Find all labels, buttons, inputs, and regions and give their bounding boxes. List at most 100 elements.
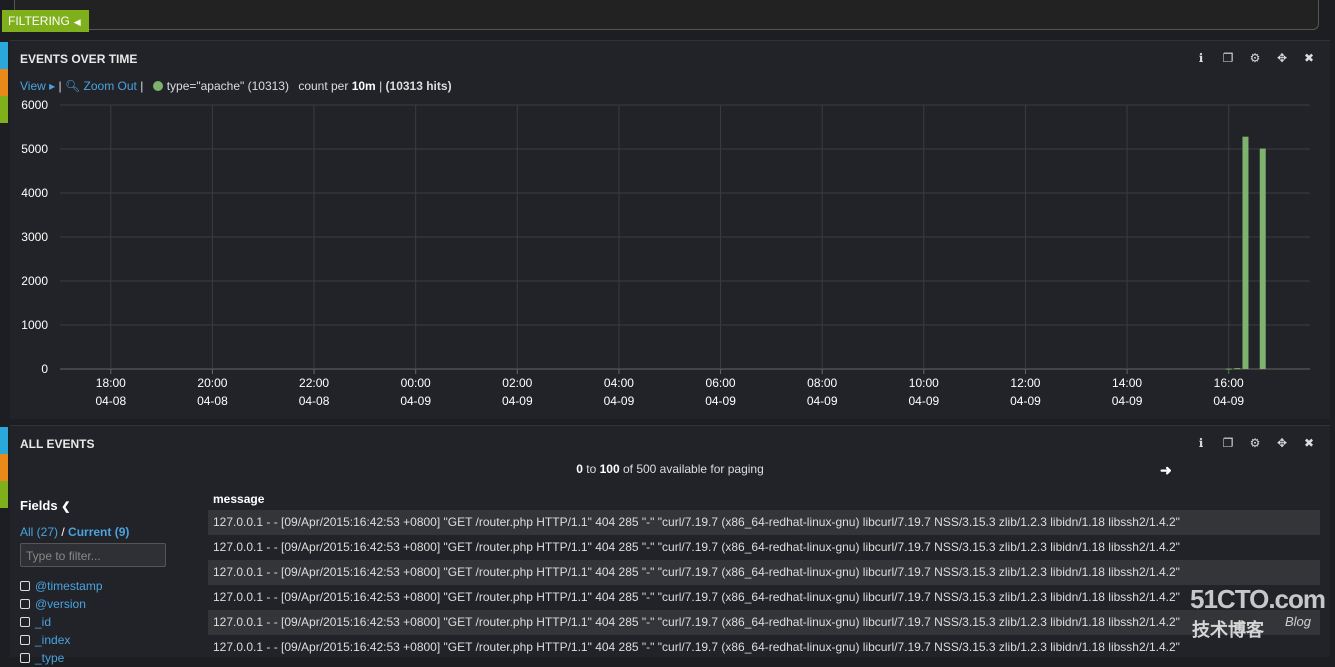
checkbox-icon[interactable] [20,617,30,627]
x-tick-date: 04-09 [1112,394,1143,408]
table-body: 127.0.0.1 - - [09/Apr/2015:16:42:53 +080… [208,510,1320,660]
duplicate-icon[interactable]: ❐ [1221,51,1235,65]
x-tick-date: 04-09 [502,394,533,408]
x-tick-date: 04-09 [1213,394,1244,408]
field-item[interactable]: @version [20,595,200,613]
filtering-toggle[interactable]: FILTERING ◀ [2,10,89,32]
move-icon[interactable]: ✥ [1275,436,1289,450]
histogram-bar[interactable] [1259,148,1266,369]
close-icon[interactable]: ✖ [1302,436,1316,450]
watermark-sub: 技术博客 [1192,620,1264,640]
move-icon[interactable]: ✥ [1275,51,1289,65]
events-histogram[interactable]: 0 1000 2000 3000 4000 5000 6000 18:00 04-08 20:00… [10,89,1320,419]
row-color-strip[interactable] [0,454,8,481]
histogram-bar[interactable] [1234,368,1241,370]
panel-title: EVENTS OVER TIME [20,52,138,66]
y-tick-label: 4000 [21,186,48,200]
filtering-label: FILTERING [8,14,70,28]
histogram-bar[interactable] [1242,136,1249,369]
caret-left-icon: ◀ [73,17,81,27]
all-fields-tab[interactable]: All (27) [20,525,58,539]
table-row[interactable]: 127.0.0.1 - - [09/Apr/2015:16:42:53 +080… [208,560,1320,585]
table-row[interactable]: 127.0.0.1 - - [09/Apr/2015:16:42:53 +080… [208,510,1320,535]
events-table: message 127.0.0.1 - - [09/Apr/2015:16:42… [208,492,1320,660]
x-tick-label: 04:00 [604,376,634,390]
field-item[interactable]: _type [20,649,200,667]
checkbox-icon[interactable] [20,635,30,645]
x-tick-label: 12:00 [1010,376,1040,390]
table-row[interactable]: 127.0.0.1 - - [09/Apr/2015:16:42:53 +080… [208,635,1320,660]
next-page-arrow-icon[interactable]: ➜ [1160,462,1172,479]
x-tick-date: 04-08 [299,394,330,408]
panel-controls: ℹ ❐ ⚙ ✥ ✖ [1194,436,1316,450]
x-tick-date: 04-09 [1010,394,1041,408]
x-tick-label: 16:00 [1214,376,1244,390]
checkbox-icon[interactable] [20,653,30,663]
panel-title: ALL EVENTS [20,437,95,451]
field-name[interactable]: _type [35,651,64,665]
field-name[interactable]: _index [35,633,70,647]
fields-tabs: All (27) / Current (9) [20,525,130,539]
table-row[interactable]: 127.0.0.1 - - [09/Apr/2015:16:42:53 +080… [208,610,1320,635]
duplicate-icon[interactable]: ❐ [1221,436,1235,450]
y-tick-label: 3000 [21,230,48,244]
x-tick-label: 06:00 [706,376,736,390]
table-row[interactable]: 127.0.0.1 - - [09/Apr/2015:16:42:53 +080… [208,535,1320,560]
x-tick-label: 20:00 [197,376,227,390]
panel-controls: ℹ ❐ ⚙ ✥ ✖ [1194,51,1316,65]
fields-title: Fields ❮ [20,498,71,513]
column-header-message[interactable]: message [208,492,1320,510]
x-tick-date: 04-08 [95,394,126,408]
x-tick-date: 04-09 [807,394,838,408]
events-panel: ALL EVENTS ℹ ❐ ⚙ ✥ ✖ 0 to 100 of 500 ava… [10,425,1330,665]
x-tick-date: 04-09 [400,394,431,408]
x-tick-date: 04-09 [908,394,939,408]
table-row[interactable]: 127.0.0.1 - - [09/Apr/2015:16:42:53 +080… [208,585,1320,610]
histogram-panel: EVENTS OVER TIME ℹ ❐ ⚙ ✥ ✖ View ▸ | 🔍︎ Z… [10,40,1330,419]
field-filter-input[interactable]: Type to filter... [20,543,166,567]
watermark-logo: 51CTO.com [1190,584,1326,614]
x-tick-label: 02:00 [502,376,532,390]
x-tick-label: 10:00 [909,376,939,390]
row-color-strip[interactable] [0,481,8,508]
x-tick-date: 04-08 [197,394,228,408]
y-tick-label: 0 [41,362,48,376]
row-color-strip[interactable] [0,96,8,123]
gear-icon[interactable]: ⚙ [1248,51,1262,65]
watermark-blog: Blog [1285,614,1312,629]
y-tick-label: 2000 [21,274,48,288]
x-tick-date: 04-09 [705,394,736,408]
field-item[interactable]: @timestamp [20,577,200,595]
row-color-strip[interactable] [0,69,8,96]
close-icon[interactable]: ✖ [1302,51,1316,65]
x-tick-label: 00:00 [401,376,431,390]
info-icon[interactable]: ℹ [1194,51,1208,65]
top-bar: FILTERING ◀ [0,0,1335,33]
field-name[interactable]: @version [35,597,86,611]
x-tick-date: 04-09 [604,394,635,408]
y-tick-label: 1000 [21,318,48,332]
info-icon[interactable]: ℹ [1194,436,1208,450]
row-color-strip[interactable] [0,42,8,69]
paging-info: 0 to 100 of 500 available for paging [576,462,764,476]
histogram-bar[interactable] [1225,368,1232,370]
x-tick-label: 22:00 [299,376,329,390]
field-item[interactable]: _index [20,631,200,649]
y-tick-label: 6000 [21,98,48,112]
checkbox-icon[interactable] [20,599,30,609]
field-name[interactable]: @timestamp [35,579,103,593]
gear-icon[interactable]: ⚙ [1248,436,1262,450]
checkbox-icon[interactable] [20,581,30,591]
field-item[interactable]: _id [20,613,200,631]
x-tick-label: 14:00 [1112,376,1142,390]
x-tick-label: 18:00 [96,376,126,390]
x-tick-label: 08:00 [807,376,837,390]
chevron-left-icon[interactable]: ❮ [61,501,70,513]
query-bar[interactable] [14,0,1319,30]
row-color-strip[interactable] [0,427,8,454]
y-tick-label: 5000 [21,142,48,156]
current-fields-tab[interactable]: Current (9) [68,525,129,539]
fields-sidebar: Fields ❮ All (27) / Current (9) Type to … [20,498,200,667]
field-name[interactable]: _id [35,615,51,629]
field-list: @timestamp @version _id _index _type [20,577,200,667]
